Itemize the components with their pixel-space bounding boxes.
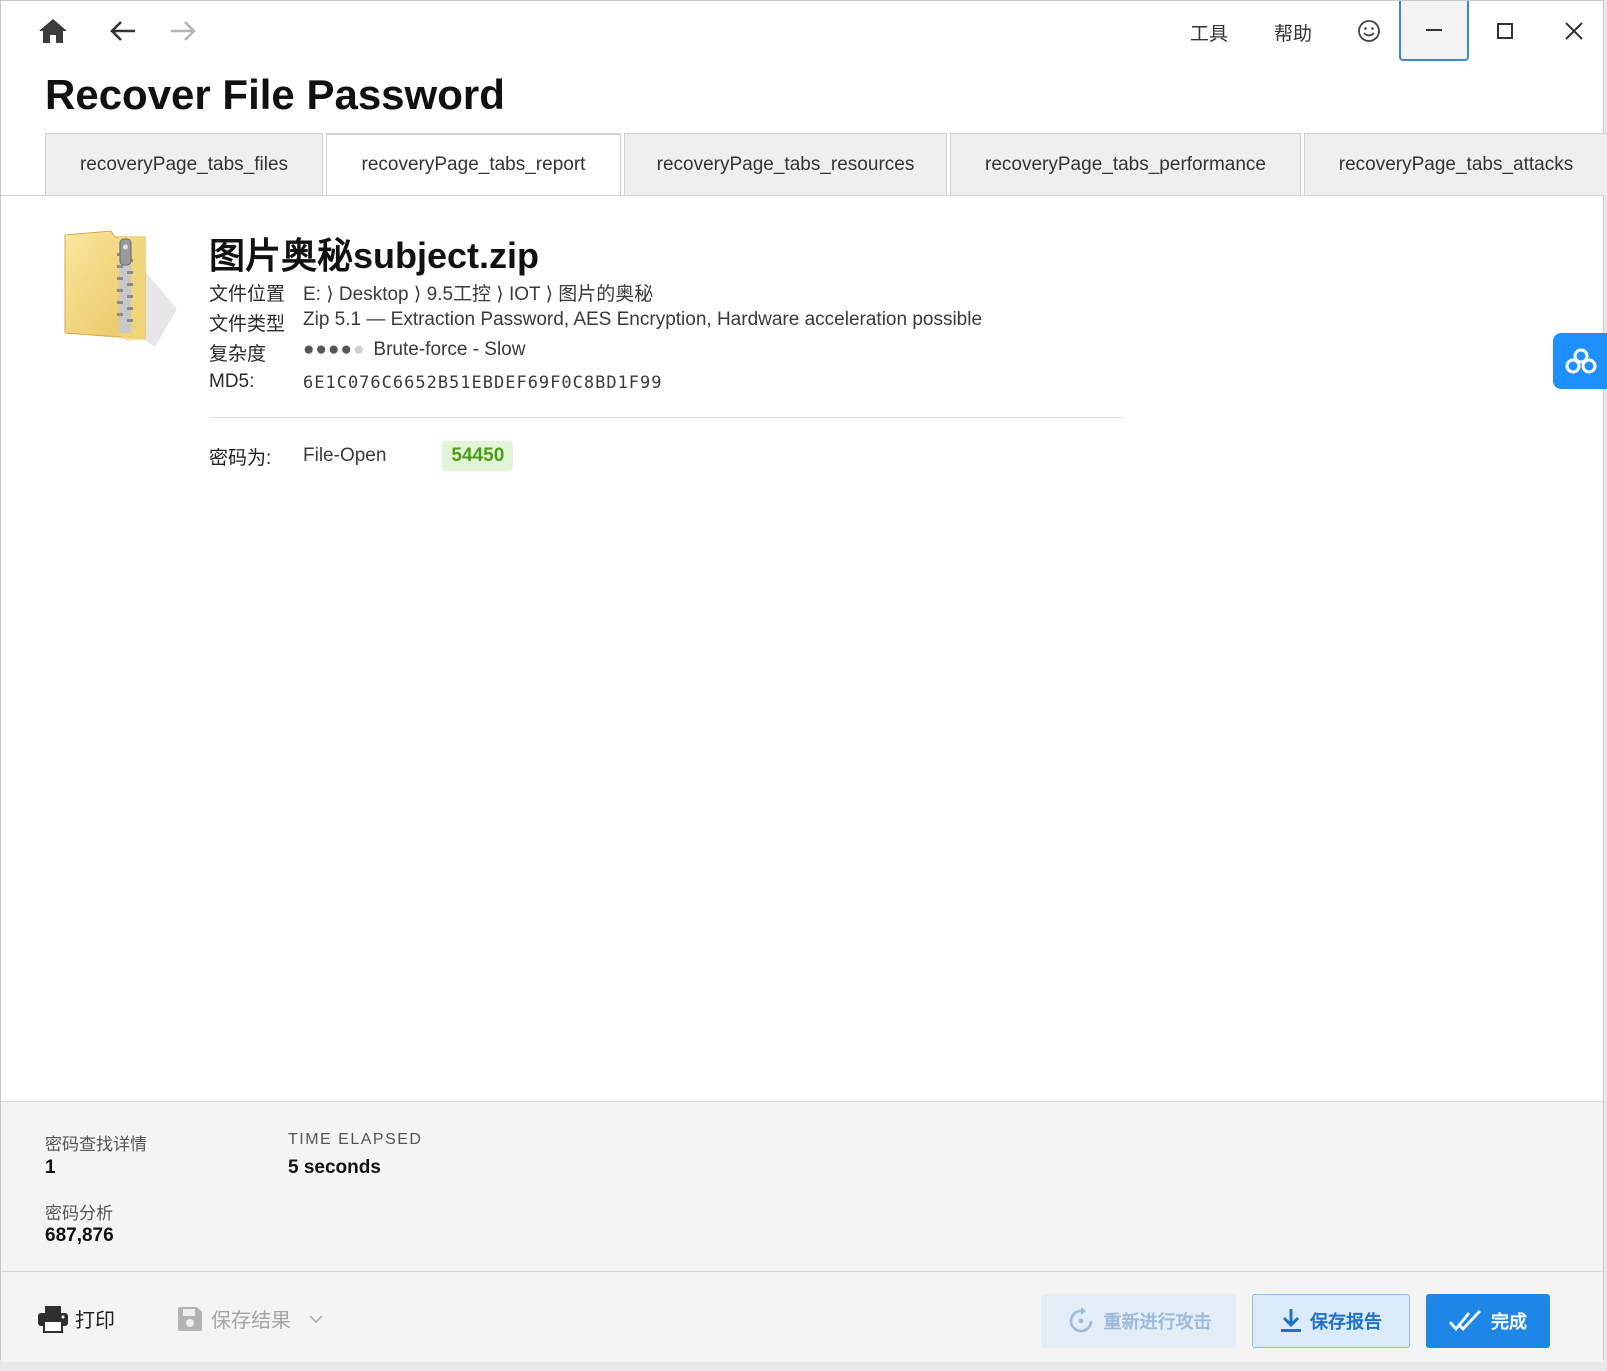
complexity-dot: ● [303, 339, 316, 360]
password-type: File-Open [303, 445, 387, 466]
cloud-widget-icon [1565, 348, 1597, 374]
tab-report[interactable]: recoveryPage_tabs_report [326, 133, 621, 195]
file-type-label: 文件类型 [209, 314, 286, 335]
smiley-icon [1358, 20, 1380, 42]
home-button[interactable] [31, 11, 75, 51]
password-row: 密码为: File-Open 54450 [209, 441, 514, 471]
maximize-button[interactable] [1470, 1, 1540, 61]
print-label: 打印 [75, 1310, 115, 1332]
menu-tools[interactable]: 工具 [1190, 19, 1228, 46]
feedback-button[interactable] [1347, 11, 1391, 51]
title-bar: 工具 帮助 [1, 1, 1603, 63]
done-label: 完成 [1491, 1312, 1527, 1332]
md5-row: MD5: 6E1C076C6652B51EBDEF69F0C8BD1F99 [209, 371, 663, 393]
tab-resources[interactable]: recoveryPage_tabs_resources [624, 133, 947, 195]
stats-panel: 密码查找详情 1 TIME ELAPSED 5 seconds 密码分析 687… [1, 1101, 1603, 1272]
passwords-found-value: 1 [45, 1157, 56, 1178]
tabs-underline [1, 195, 1603, 196]
close-button[interactable] [1539, 1, 1607, 61]
file-location-label: 文件位置 [209, 284, 286, 305]
complexity-rating-dots: ●●●●● [303, 339, 365, 366]
complexity-dot: ● [315, 339, 328, 360]
tab-bar: recoveryPage_tabs_files recoveryPage_tab… [45, 133, 1607, 195]
password-label: 密码为: [209, 447, 272, 469]
md5-label: MD5: [209, 371, 255, 392]
tab-performance[interactable]: recoveryPage_tabs_performance [950, 133, 1301, 195]
tab-files[interactable]: recoveryPage_tabs_files [45, 133, 323, 195]
file-location-value: E: ⟩ Desktop ⟩ 9.5工控 ⟩ IOT ⟩ 图片的奥秘 [303, 284, 654, 305]
cloud-widget-button[interactable] [1553, 333, 1607, 389]
save-report-label: 保存报告 [1310, 1312, 1382, 1332]
md5-value: 6E1C076C6652B51EBDEF69F0C8BD1F99 [303, 373, 663, 393]
complexity-value: Brute-force - Slow [373, 339, 526, 360]
complexity-row: 复杂度 ●●●●● Brute-force - Slow [209, 339, 525, 366]
time-elapsed-label: TIME ELAPSED [288, 1131, 423, 1148]
forward-button[interactable] [161, 11, 205, 51]
zip-folder-icon [64, 230, 177, 347]
back-arrow-icon [110, 21, 135, 41]
footer-bar: 打印 保存结果 重新进行攻击 保存报告 完成 [1, 1271, 1603, 1362]
file-type-row: 文件类型 Zip 5.1 — Extraction Password, AES … [209, 309, 982, 336]
file-location-row: 文件位置 E: ⟩ Desktop ⟩ 9.5工控 ⟩ IOT ⟩ 图片的奥秘 [209, 279, 653, 306]
minimize-button[interactable] [1399, 1, 1469, 61]
page-title: Recover File Password [45, 71, 505, 118]
complexity-dot: ● [352, 339, 366, 360]
complexity-dot: ● [340, 339, 353, 360]
save-results-label: 保存结果 [211, 1310, 291, 1332]
passwords-analyzed-label: 密码分析 [45, 1204, 113, 1223]
forward-arrow-icon [171, 21, 196, 41]
file-name: 图片奥秘subject.zip [209, 235, 540, 276]
retry-attack-button[interactable]: 重新进行攻击 [1041, 1294, 1236, 1348]
printer-icon [38, 1305, 68, 1333]
done-button[interactable]: 完成 [1426, 1294, 1550, 1348]
complexity-label: 复杂度 [209, 344, 267, 365]
print-button[interactable]: 打印 [37, 1304, 115, 1333]
file-type-value: Zip 5.1 — Extraction Password, AES Encry… [303, 309, 983, 330]
maximize-icon [1497, 23, 1513, 39]
retry-icon [1069, 1307, 1092, 1333]
back-button[interactable] [101, 11, 145, 51]
minimize-icon [1426, 29, 1442, 31]
floppy-disk-icon [178, 1306, 202, 1331]
time-elapsed-value: 5 seconds [288, 1157, 381, 1178]
app-window: 工具 帮助 Recover File Password recoveryPage… [0, 0, 1607, 1362]
chevron-down-icon [309, 1314, 323, 1323]
download-icon [1281, 1309, 1301, 1332]
double-check-icon [1449, 1310, 1482, 1332]
save-results-button[interactable]: 保存结果 [177, 1304, 323, 1333]
menu-help[interactable]: 帮助 [1274, 19, 1312, 46]
retry-attack-label: 重新进行攻击 [1103, 1312, 1212, 1332]
save-report-button[interactable]: 保存报告 [1252, 1294, 1410, 1348]
passwords-found-label: 密码查找详情 [45, 1135, 147, 1154]
close-icon [1565, 22, 1583, 40]
home-icon [39, 19, 67, 43]
tab-attacks[interactable]: recoveryPage_tabs_attacks [1304, 133, 1607, 195]
complexity-dot: ● [327, 339, 341, 360]
report-divider [209, 417, 1124, 418]
passwords-analyzed-value: 687,876 [45, 1225, 114, 1246]
password-value-badge[interactable]: 54450 [442, 441, 514, 471]
